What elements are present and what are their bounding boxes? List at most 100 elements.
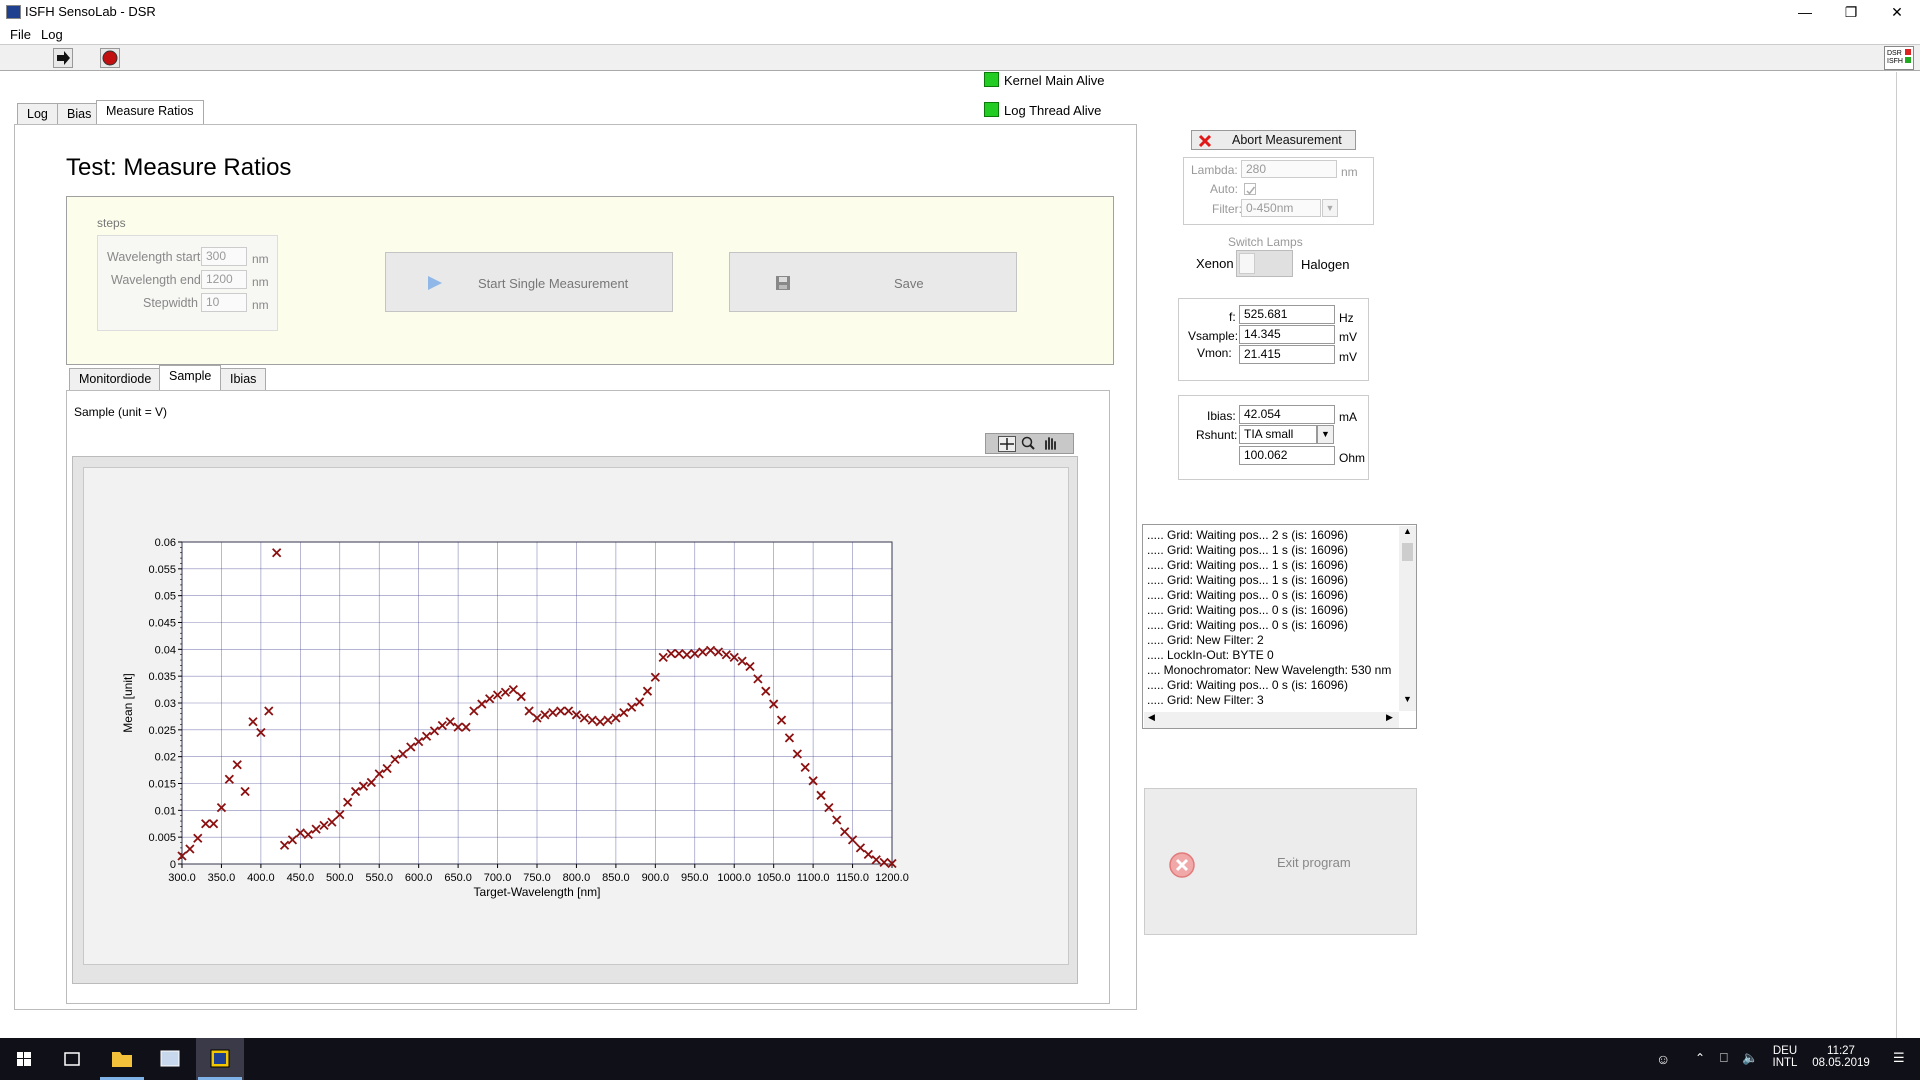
clock-date: 08.05.2019 bbox=[1812, 1057, 1870, 1069]
y-tick-label: 0.02 bbox=[155, 752, 176, 764]
scroll-right-chevron-icon[interactable]: ▶ bbox=[1386, 712, 1393, 723]
volume-muted-icon[interactable]: 🔈 bbox=[1742, 1050, 1758, 1066]
stepwidth-field[interactable]: 10 bbox=[201, 293, 247, 312]
abort-measurement-button[interactable]: Abort Measurement bbox=[1191, 130, 1356, 150]
wavelength-start-field[interactable]: 300 bbox=[201, 247, 247, 266]
vi-icon-red bbox=[1905, 49, 1911, 55]
x-tick-label: 1200.0 bbox=[875, 872, 909, 884]
x-tick-label: 500.0 bbox=[326, 872, 354, 884]
save-button[interactable]: Save bbox=[729, 252, 1017, 312]
file-explorer-button[interactable] bbox=[98, 1038, 146, 1080]
y-tick-label: 0 bbox=[170, 859, 176, 871]
tab-log[interactable]: Log bbox=[17, 103, 58, 125]
abort-measurement-label: Abort Measurement bbox=[1232, 133, 1342, 147]
log-listbox[interactable]: ..... Grid: Waiting pos... 2 s (is: 1609… bbox=[1142, 524, 1417, 729]
zoom-tool-icon[interactable] bbox=[1020, 436, 1038, 452]
toolbar: DSR ISFH bbox=[0, 44, 1920, 71]
filter-label: Filter: bbox=[1212, 202, 1242, 216]
input-language[interactable]: DEU INTL bbox=[1770, 1045, 1800, 1069]
play-icon bbox=[428, 276, 442, 290]
run-arrow-button[interactable] bbox=[53, 48, 73, 68]
x-tick-label: 650.0 bbox=[444, 872, 472, 884]
scroll-thumb[interactable] bbox=[1402, 543, 1413, 561]
lambda-field[interactable]: 280 bbox=[1241, 160, 1337, 178]
app-window-button[interactable] bbox=[146, 1038, 194, 1080]
filter-dropdown-chevron-icon[interactable]: ▼ bbox=[1322, 199, 1338, 217]
wavelength-end-unit: nm bbox=[252, 275, 269, 289]
scroll-up-chevron-icon[interactable]: ▲ bbox=[1399, 526, 1416, 536]
title-bar: ISFH SensoLab - DSR — ❐ ✕ bbox=[0, 0, 1920, 24]
ohm-value-field: 100.062 bbox=[1239, 446, 1335, 465]
pan-hand-tool-icon[interactable] bbox=[1042, 436, 1060, 452]
maximize-button[interactable]: ❐ bbox=[1828, 0, 1874, 24]
vi-icon-green bbox=[1905, 57, 1911, 63]
isfh-sensolab-taskbar-button[interactable] bbox=[196, 1038, 244, 1080]
wavelength-end-field[interactable]: 1200 bbox=[201, 270, 247, 289]
stop-icon bbox=[102, 50, 118, 66]
taskbar: ☺ ⌃ ⎕ 🔈 DEU INTL 11:27 08.05.2019 ☰ bbox=[0, 1038, 1920, 1080]
log-line: ..... Grid: Waiting pos... 0 s (is: 1609… bbox=[1147, 618, 1348, 632]
app-icon bbox=[6, 5, 21, 19]
network-icon[interactable]: ⎕ bbox=[1720, 1050, 1728, 1066]
lockin-group: f: 525.681 Hz Vsample: 14.345 mV Vmon: 2… bbox=[1178, 298, 1369, 381]
show-hidden-icons-chevron-icon[interactable]: ⌃ bbox=[1695, 1051, 1705, 1065]
minimize-button[interactable]: — bbox=[1782, 0, 1828, 24]
exit-x-circle-icon bbox=[1169, 852, 1195, 878]
windows-start-button[interactable] bbox=[0, 1038, 48, 1080]
y-axis-label: Mean [unit] bbox=[121, 673, 135, 732]
cursor-tool-icon[interactable] bbox=[998, 436, 1016, 452]
kernel-main-indicator bbox=[984, 72, 999, 87]
rshunt-dropdown-chevron-icon[interactable]: ▼ bbox=[1317, 425, 1334, 444]
vi-icon-text: DSR ISFH bbox=[1887, 50, 1903, 65]
tab-bias[interactable]: Bias bbox=[57, 103, 102, 125]
task-view-icon bbox=[64, 1052, 80, 1066]
log-line: ..... Grid: New Filter: 2 bbox=[1147, 633, 1264, 647]
y-tick-label: 0.005 bbox=[148, 832, 176, 844]
task-view-button[interactable] bbox=[48, 1038, 96, 1080]
auto-checkbox[interactable] bbox=[1244, 183, 1256, 195]
y-tick-label: 0.035 bbox=[148, 671, 176, 683]
rshunt-select[interactable]: TIA small bbox=[1239, 425, 1317, 444]
vmon-label: Vmon: bbox=[1197, 346, 1232, 360]
lamp-switch[interactable] bbox=[1236, 250, 1293, 277]
tab-ibias[interactable]: Ibias bbox=[220, 368, 267, 391]
start-single-measurement-label: Start Single Measurement bbox=[478, 276, 629, 291]
graph-palette bbox=[985, 433, 1074, 454]
y-tick-label: 0.025 bbox=[148, 725, 176, 737]
wavelength-start-unit: nm bbox=[252, 252, 269, 266]
scroll-down-chevron-icon[interactable]: ▼ bbox=[1399, 694, 1416, 704]
start-single-measurement-button[interactable]: Start Single Measurement bbox=[385, 252, 673, 312]
sample-chart[interactable]: 300.0 350.0 400.0 450.0 500.0 550.0 600.0 650.0… bbox=[72, 456, 1078, 984]
exit-program-button[interactable]: Exit program bbox=[1144, 788, 1417, 935]
x-tick-label: 800.0 bbox=[563, 872, 591, 884]
tab-measure-ratios[interactable]: Measure Ratios bbox=[96, 100, 204, 125]
x-tick-label: 1100.0 bbox=[797, 872, 830, 884]
x-tick-label: 450.0 bbox=[287, 872, 315, 884]
log-line: ..... Grid: Waiting pos... 0 s (is: 1609… bbox=[1147, 603, 1348, 617]
stop-button[interactable] bbox=[100, 48, 120, 68]
tab-sample[interactable]: Sample bbox=[159, 365, 222, 391]
scroll-left-chevron-icon[interactable]: ◀ bbox=[1148, 712, 1155, 723]
windows-logo-icon bbox=[17, 1052, 31, 1066]
close-button[interactable]: ✕ bbox=[1874, 0, 1920, 24]
x-tick-label: 900.0 bbox=[642, 872, 670, 884]
wavelength-start-label: Wavelength start bbox=[107, 250, 201, 264]
clock-time: 11:27 bbox=[1827, 1045, 1855, 1057]
clock[interactable]: 11:27 08.05.2019 bbox=[1805, 1045, 1877, 1069]
tab-monitordiode[interactable]: Monitordiode bbox=[69, 368, 162, 391]
log-line: ..... Grid: Waiting pos... 0 s (is: 1609… bbox=[1147, 678, 1348, 692]
log-vertical-scrollbar[interactable]: ▲ ▼ bbox=[1399, 526, 1416, 711]
x-tick-label: 950.0 bbox=[681, 872, 709, 884]
log-line: ..... Grid: Waiting pos... 2 s (is: 1609… bbox=[1147, 528, 1348, 542]
menu-log[interactable]: Log bbox=[41, 27, 63, 42]
auto-label: Auto: bbox=[1210, 182, 1239, 196]
switch-lamps-heading: Switch Lamps bbox=[1228, 235, 1303, 249]
y-tick-label: 0.015 bbox=[148, 779, 176, 791]
filter-select[interactable]: 0-450nm bbox=[1241, 199, 1321, 217]
red-x-icon bbox=[1198, 134, 1212, 148]
people-icon[interactable]: ☺ bbox=[1656, 1051, 1670, 1067]
menu-file[interactable]: File bbox=[10, 27, 31, 42]
notifications-icon[interactable]: ☰ bbox=[1893, 1050, 1905, 1066]
log-horizontal-scrollbar[interactable]: ◀ ▶ bbox=[1144, 712, 1399, 728]
y-tick-label: 0.04 bbox=[155, 644, 176, 656]
